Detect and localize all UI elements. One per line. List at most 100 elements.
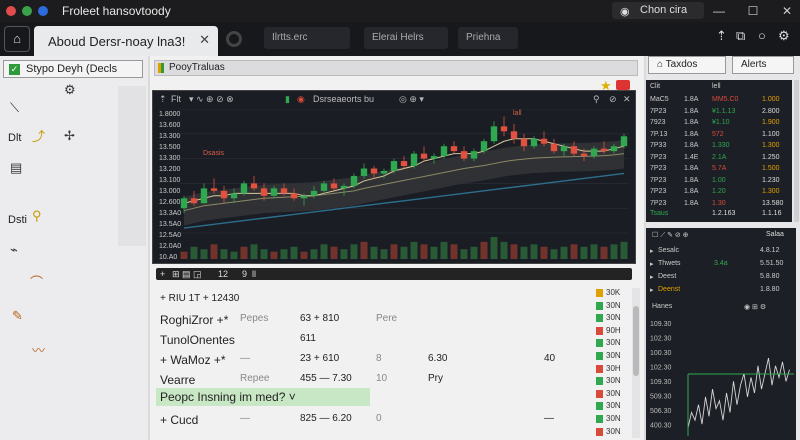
export-icon[interactable]: ⧉ (736, 28, 745, 44)
expand-icon[interactable]: ▸ (650, 260, 654, 268)
badge-square-icon (596, 389, 603, 398)
orderbook-row[interactable]: 7P23 1.8A ¥1.1.13 2.800 (650, 108, 790, 118)
orderbook-cell: 1.8A (684, 130, 699, 138)
orderbook-row[interactable]: 7P23 1.8A 1.30 13.580 (650, 200, 790, 210)
table-cell: — (544, 413, 554, 424)
watch-row[interactable]: ▸ Thwets 3.4a 5.51.50 (648, 259, 794, 270)
indicator-alert-icon[interactable]: ◉ (297, 94, 305, 105)
candle-body (290, 193, 298, 199)
orderbook-cell: 572 (712, 130, 724, 138)
close-dot[interactable] (6, 6, 16, 16)
page-count[interactable]: 9 (242, 269, 247, 279)
crosshair-icon[interactable]: ✢ (64, 128, 75, 144)
minimize-dot[interactable] (22, 6, 32, 16)
expand-icon[interactable]: ▸ (650, 247, 654, 255)
tab-pill-1[interactable]: Ilrtts.erc (264, 27, 350, 49)
expand-icon[interactable]: ▸ (650, 273, 654, 281)
watch-sub-icons[interactable]: ◉ ⊞ ⚙ (744, 303, 766, 311)
chart-search-icon[interactable]: ⚲ (593, 94, 600, 105)
people-row[interactable]: Peopc Insning im med? ˅ (156, 388, 370, 406)
curve-tool-icon[interactable]: ⌒ (30, 272, 43, 291)
screenshot-icon[interactable]: ◎ ⊕ ▾ (399, 94, 424, 105)
volume-bar (590, 244, 598, 259)
bars-icon-2[interactable]: ll (252, 269, 256, 279)
watch-row[interactable]: ▸ Deest 5.8.80 (648, 272, 794, 283)
orderbook-row[interactable]: 7923 1.8A ¥1.10 1.900 (650, 119, 790, 129)
price-chart[interactable]: ⇡ Flt ▾ ∿ ⊕ ⊘ ⊗ ▮ ◉ Dsrseaeorts bu ◎ ⊕ ▾… (152, 90, 636, 264)
gear-icon[interactable]: ⚙ (64, 82, 76, 98)
right-scrollbar[interactable] (794, 80, 799, 222)
volume-bar (520, 246, 528, 259)
indicator-label[interactable]: Dsrseaeorts bu (313, 94, 374, 104)
candle-body (480, 141, 488, 152)
table-row[interactable]: Vearre Repee 455 — 7.30 10 Pry (156, 370, 626, 388)
maximize-window-button[interactable]: ☐ (742, 2, 764, 20)
volume-bar (270, 251, 278, 259)
watch-row[interactable]: ▸ Deenst 1.8.80 (648, 285, 794, 296)
row-badge: 30N (596, 338, 622, 349)
pin-icon[interactable]: ⇡ (716, 28, 727, 44)
new-tab-icon[interactable] (226, 31, 242, 47)
chart-canvas[interactable]: Dsasis lall (179, 109, 629, 259)
orderbook-cell: 1.8A (684, 96, 699, 103)
table-row[interactable]: + Cucd — 825 — 6.20 0 — (156, 410, 626, 428)
home-button[interactable]: ⌂ (4, 26, 30, 52)
sidebar-header[interactable]: ✓ Stypo Deyh (Decls (3, 60, 143, 78)
chart-close-icon[interactable]: ✕ (623, 94, 631, 105)
orderbook-row[interactable]: 7P23 1.8A 5.7A 1.500 (650, 165, 790, 175)
tab-pill-3[interactable]: Priehna (458, 27, 518, 49)
chart-settings-icon[interactable]: ⊘ (609, 94, 617, 105)
candle-body (560, 146, 568, 152)
timeframe-icons[interactable]: ⊞ ▤ ◲ (172, 269, 202, 280)
table-row[interactable]: TunolOnentes 611 (156, 330, 626, 348)
tab-alerts[interactable]: Alerts (732, 56, 794, 74)
watch-head-label: Salaa (766, 231, 784, 238)
active-tab[interactable]: Aboud Dersr-noay lna3! ✕ (34, 26, 218, 56)
table-row[interactable]: RoghiZror +* Pepes 63 + 810 Pere (156, 310, 626, 328)
add-icon[interactable]: + (160, 269, 165, 279)
orderbook-row[interactable]: 7P.13 1.8A 572 1.100 (650, 131, 790, 141)
search-icon[interactable]: ⚲ (32, 208, 42, 224)
candle-type-icon[interactable]: ⇡ (159, 94, 167, 105)
candle-body (600, 148, 608, 152)
wave-icon[interactable]: 〰 (32, 340, 45, 359)
brush-icon[interactable]: ⌁ (10, 242, 18, 258)
orderbook-row[interactable]: 7P23 1.8A 1.00 1.230 (650, 177, 790, 187)
pencil-icon[interactable]: ✎ (12, 308, 23, 324)
notes-icon[interactable]: ▤ (10, 160, 22, 176)
indicator-icon[interactable]: ▮ (285, 94, 290, 105)
tab-pill-2[interactable]: Elerai Helrs (364, 27, 448, 49)
watch-toolbar-icons[interactable]: ☐ ⟋ ✎ ⊘ ⊕ (652, 231, 689, 240)
mini-line-chart[interactable]: 109.30 102.30 100.30 102.30 109.30 509.30 506.… (648, 318, 794, 436)
orderbook-row[interactable]: 7P33 1.8A 1.330 1.300 (650, 142, 790, 152)
zoom-value[interactable]: 12 (218, 269, 228, 279)
circle-icon[interactable]: ○ (758, 28, 766, 43)
maximize-dot[interactable] (38, 6, 48, 16)
checkbox-icon[interactable]: ✓ (9, 64, 20, 75)
tab-taxdos[interactable]: ⌂ Taxdos (648, 56, 726, 74)
row-badge: 30H (596, 364, 622, 375)
indicator-dropdown-icon[interactable]: ▾ ∿ ⊕ ⊘ ⊗ (189, 94, 234, 105)
chart-line-icon[interactable]: ⤴ (32, 126, 45, 145)
table-row[interactable]: + RIU 1T + 12430 (156, 290, 626, 308)
close-window-button[interactable]: ✕ (776, 2, 798, 20)
orderbook-row[interactable]: 7P23 1.8A 1.20 1.300 (650, 188, 790, 198)
left-sidebar: ✓ Stypo Deyh (Decls ⚙ ⟍ Dlt ⤴ ✢ ▤ Dsti ⚲… (0, 56, 148, 440)
orderbook-cell: 1.8A (684, 199, 699, 207)
bars-icon (158, 63, 166, 73)
orderbook-row[interactable]: MaC5 1.8A MM5.C0 1.000 (650, 96, 790, 106)
table-scroll-thumb[interactable] (633, 306, 639, 376)
orderbook-row[interactable]: 7P23 1.4E 2.1A 1.250 (650, 154, 790, 164)
chart-annotation: Dsasis (203, 150, 225, 157)
trendline-tool-icon[interactable]: ⟍ (10, 100, 19, 116)
watch-row[interactable]: ▸ Sesalc 4.8.12 (648, 246, 794, 257)
settings-icon[interactable]: ⚙ (778, 28, 790, 44)
account-button[interactable]: ◉ Chon cira (612, 2, 704, 19)
sidebar-header-label: Stypo Deyh (Decls (26, 63, 118, 75)
table-scrollbar[interactable] (632, 288, 640, 438)
table-row[interactable]: + WaMoz +* — 23 + 610 8 6.30 40 (156, 350, 626, 368)
close-tab-icon[interactable]: ✕ (199, 32, 210, 48)
minimize-window-button[interactable]: — (708, 2, 730, 20)
watch-price: 5.8.80 (760, 273, 780, 280)
expand-icon[interactable]: ▸ (650, 286, 654, 294)
